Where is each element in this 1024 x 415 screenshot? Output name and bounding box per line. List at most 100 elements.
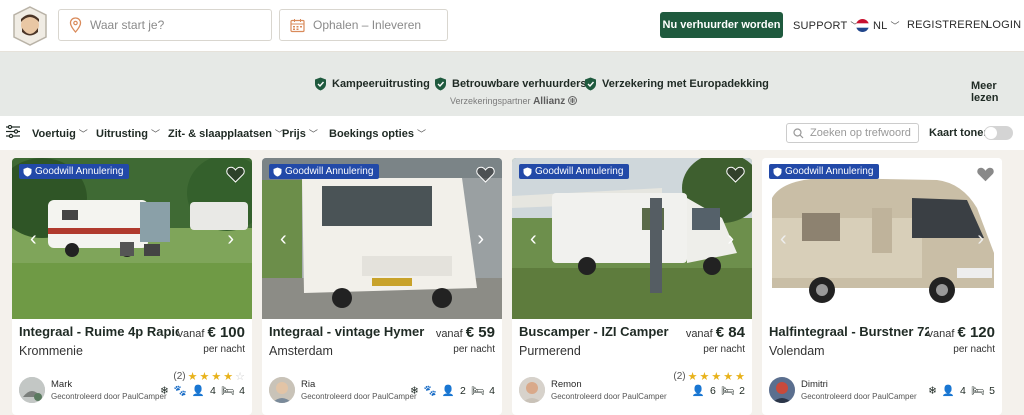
camper-location: Volendam bbox=[769, 344, 825, 358]
owner-row: Dimitri Gecontroleerd door PaulCamper ❄ … bbox=[769, 377, 995, 407]
shield-icon bbox=[773, 167, 782, 176]
shield-icon bbox=[23, 167, 32, 176]
price-value: € 100 bbox=[207, 324, 245, 341]
owner-name: Ria bbox=[301, 379, 316, 390]
shield-icon bbox=[273, 167, 282, 176]
usp-label: Kampeeruitrusting bbox=[332, 78, 430, 90]
filter-sliders-icon[interactable] bbox=[6, 125, 20, 138]
camper-title[interactable]: Halfintegraal - Burstner 724 + bbox=[769, 324, 929, 339]
usp-label: Betrouwbare verhuurders bbox=[452, 78, 587, 90]
chevron-down-icon: ﹀ bbox=[890, 21, 900, 31]
toggle-knob bbox=[985, 127, 997, 139]
price: vanaf € 59 bbox=[436, 324, 495, 341]
allianz-logo: Allianz bbox=[533, 96, 566, 107]
camper-photo[interactable] bbox=[762, 158, 1002, 319]
person-icon: 👤 bbox=[441, 385, 455, 397]
paulcamper-logo[interactable] bbox=[12, 6, 48, 46]
chevron-right-icon[interactable]: › bbox=[227, 228, 234, 251]
features: 👤 6 🛏 2 bbox=[692, 384, 745, 398]
bed-icon: 🛏 bbox=[720, 385, 735, 397]
chevron-right-icon[interactable]: › bbox=[477, 228, 484, 251]
goodwill-badge: Goodwill Annulering bbox=[519, 164, 630, 179]
owner-name: Remon bbox=[551, 379, 582, 390]
location-search-field[interactable]: Waar start je? bbox=[58, 9, 272, 41]
heart-favorite-icon[interactable] bbox=[226, 166, 245, 183]
heart-favorite-icon[interactable] bbox=[476, 166, 495, 183]
verified-text: Gecontroleerd door PaulCamper bbox=[301, 392, 417, 401]
language-selector[interactable]: NL ﹀ bbox=[856, 19, 900, 32]
camper-photo[interactable] bbox=[512, 158, 752, 319]
badge-label: Goodwill Annulering bbox=[35, 166, 124, 177]
chevron-left-icon[interactable]: ‹ bbox=[280, 228, 287, 251]
chevron-left-icon[interactable]: ‹ bbox=[780, 228, 787, 251]
chevron-left-icon[interactable]: ‹ bbox=[530, 228, 537, 251]
date-range-field[interactable]: Ophalen – Inleveren bbox=[279, 9, 448, 41]
keyword-search-input[interactable]: Zoeken op trefwoord bbox=[786, 123, 919, 143]
partner-label: Verzekeringspartner bbox=[450, 96, 531, 106]
price-value: € 120 bbox=[957, 324, 995, 341]
camper-photo[interactable] bbox=[12, 158, 252, 319]
usp-item: Verzekering met Europadekking bbox=[584, 77, 769, 91]
login-link[interactable]: LOGIN bbox=[986, 19, 1021, 31]
price-prefix: vanaf bbox=[927, 328, 955, 340]
camper-card[interactable]: Goodwill Annulering ‹ › Integraal - vint… bbox=[262, 158, 502, 415]
price-unit: per nacht bbox=[703, 344, 745, 355]
heart-favorite-icon[interactable] bbox=[726, 166, 745, 183]
chevron-down-icon: ﹀ bbox=[308, 129, 318, 139]
bed-icon: 🛏 bbox=[470, 385, 485, 397]
chevron-right-icon[interactable]: › bbox=[977, 228, 984, 251]
snowflake-icon: ❄ bbox=[928, 384, 937, 397]
usp-item: Betrouwbare verhuurders bbox=[434, 77, 586, 91]
read-more-link[interactable]: Meer lezen bbox=[971, 80, 1024, 104]
camper-location: Amsterdam bbox=[269, 344, 333, 358]
map-toggle-switch[interactable] bbox=[984, 126, 1013, 140]
owner-name: Mark bbox=[51, 379, 73, 390]
paw-icon: 🐾 bbox=[173, 385, 187, 397]
camper-title[interactable]: Integraal - vintage Hymer bbox=[269, 324, 429, 339]
search-icon bbox=[793, 127, 804, 138]
filter-booking-options[interactable]: Boekings opties ﹀ bbox=[329, 127, 426, 140]
date-placeholder: Ophalen – Inleveren bbox=[313, 18, 422, 32]
camper-title[interactable]: Integraal - Ruime 4p Rapido bbox=[19, 324, 179, 339]
filter-equipment[interactable]: Uitrusting ﹀ bbox=[96, 127, 160, 140]
snowflake-icon: ❄ bbox=[160, 384, 169, 397]
price: vanaf € 84 bbox=[686, 324, 745, 341]
usp-label: Verzekering met Europadekking bbox=[602, 78, 769, 90]
seat-count: 6 bbox=[709, 384, 716, 397]
camper-photo[interactable] bbox=[262, 158, 502, 319]
support-label: SUPPORT bbox=[793, 20, 848, 32]
map-toggle-label: Kaart tonen bbox=[929, 127, 991, 139]
become-host-button[interactable]: Nu verhuurder worden bbox=[660, 12, 783, 38]
seat-count: 2 bbox=[459, 384, 466, 397]
owner-row: Ria Gecontroleerd door PaulCamper ❄ 🐾 👤 2… bbox=[269, 377, 495, 407]
owner-avatar bbox=[19, 377, 45, 403]
paw-icon: 🐾 bbox=[423, 385, 437, 397]
chevron-right-icon[interactable]: › bbox=[727, 228, 734, 251]
dutch-flag-icon bbox=[856, 19, 869, 32]
location-pin-icon bbox=[69, 17, 82, 33]
heart-favorite-icon[interactable] bbox=[976, 166, 995, 183]
price-prefix: vanaf bbox=[435, 328, 463, 340]
person-icon: 👤 bbox=[941, 385, 955, 397]
camper-card[interactable]: Goodwill Annulering ‹ › Integraal - Ruim… bbox=[12, 158, 252, 415]
owner-name: Dimitri bbox=[801, 379, 828, 390]
price: vanaf € 100 bbox=[177, 324, 245, 341]
support-menu[interactable]: SUPPORT ﹀ bbox=[793, 19, 860, 32]
seat-count: 4 bbox=[209, 384, 216, 397]
filter-price[interactable]: Prijs ﹀ bbox=[282, 127, 318, 140]
filter-vehicle[interactable]: Voertuig ﹀ bbox=[32, 127, 88, 140]
camper-card[interactable]: Goodwill Annulering ‹ › Halfintegraal - … bbox=[762, 158, 1002, 415]
register-link[interactable]: REGISTREREN bbox=[907, 19, 989, 31]
bed-count: 4 bbox=[489, 384, 495, 397]
goodwill-badge: Goodwill Annulering bbox=[269, 164, 380, 179]
camper-title[interactable]: Buscamper - IZI Camper bbox=[519, 324, 679, 339]
price-unit: per nacht bbox=[203, 344, 245, 355]
price-prefix: vanaf bbox=[177, 328, 205, 340]
camper-card[interactable]: Goodwill Annulering ‹ › Buscamper - IZI … bbox=[512, 158, 752, 415]
shield-check-icon bbox=[315, 77, 326, 91]
bed-count: 4 bbox=[239, 384, 245, 397]
filter-seats-beds[interactable]: Zit- & slaapplaatsen ﹀ bbox=[168, 127, 284, 140]
chevron-down-icon: ﹀ bbox=[416, 129, 426, 139]
chevron-left-icon[interactable]: ‹ bbox=[30, 228, 37, 251]
bed-icon: 🛏 bbox=[220, 385, 235, 397]
